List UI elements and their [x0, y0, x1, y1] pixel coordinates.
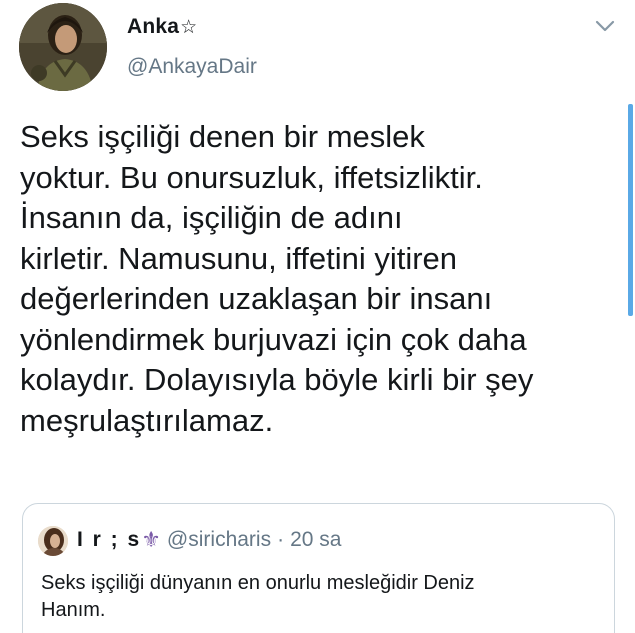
tweet-text-line: yönlendirmek burjuvazi için çok daha	[20, 321, 527, 357]
author-avatar[interactable]	[19, 3, 107, 91]
quoted-text: Seks işçiliği dünyanın en onurlu mesleği…	[41, 570, 601, 624]
separator-dot: ·	[277, 528, 285, 551]
tweet: Anka☆ @AnkayaDair Seks işçiliği denen bi…	[0, 0, 635, 633]
tweet-text-line: İnsanın da, işçiliğin de adını	[20, 200, 403, 235]
star-badge: ☆	[180, 17, 198, 38]
scrollbar[interactable]	[628, 104, 633, 316]
quoted-avatar[interactable]	[38, 526, 68, 556]
quoted-text-line: Seks işçiliği dünyanın en onurlu mesleği…	[41, 572, 475, 594]
tweet-text-line: meşrulaştırılamaz.	[20, 402, 274, 438]
author-handle[interactable]: @AnkayaDair	[127, 55, 257, 79]
quoted-handle[interactable]: @siricharis	[167, 528, 271, 552]
author-name-text: Anka	[127, 15, 180, 38]
tweet-text-line: kirletir. Namusunu, iffetini yitiren	[20, 240, 458, 276]
quoted-text-line: Hanım.	[41, 599, 106, 621]
quoted-header: I r ; s ⚜ @siricharis · 20 sa	[77, 527, 341, 553]
fleur-de-lis-icon: ⚜	[141, 527, 161, 552]
quoted-tweet[interactable]: I r ; s ⚜ @siricharis · 20 sa Seks işçil…	[22, 503, 615, 633]
chevron-down-icon[interactable]	[594, 18, 616, 34]
tweet-text: Seks işçiliği denen bir meslek yoktur. B…	[20, 117, 620, 441]
author-display-name[interactable]: Anka☆	[127, 15, 197, 39]
tweet-text-line: yoktur. Bu onursuzluk, iffetsizliktir.	[20, 159, 483, 195]
quoted-timestamp[interactable]: 20 sa	[290, 528, 341, 552]
quoted-display-name[interactable]: I r ; s	[77, 528, 141, 552]
tweet-text-line: Seks işçiliği denen bir meslek	[20, 119, 425, 154]
tweet-text-line: değerlerinden uzaklaşan bir insanı	[20, 281, 493, 316]
tweet-text-line: kolaydır. Dolayısıyla böyle kirli bir şe…	[20, 362, 534, 397]
